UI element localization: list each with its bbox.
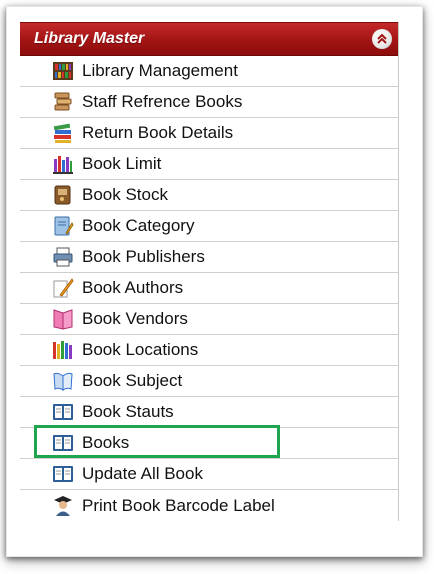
- open-book-icon: [52, 401, 74, 423]
- menu-item-book-authors[interactable]: Book Authors: [20, 273, 398, 304]
- pink-book-icon: [52, 308, 74, 330]
- books-limit-icon: [52, 153, 74, 175]
- quill-pen-icon: [52, 277, 74, 299]
- menu-item-label: Book Locations: [82, 340, 199, 359]
- graduate-icon: [52, 495, 74, 517]
- menu-item-label: Library Management: [82, 61, 238, 80]
- bookshelf-icon: [52, 60, 74, 82]
- menu-item-label: Book Stock: [82, 185, 168, 204]
- menu-item-staff-refrence-books[interactable]: Staff Refrence Books: [20, 87, 398, 118]
- notebook-pencil-icon: [52, 215, 74, 237]
- menu-item-label: Book Publishers: [82, 247, 205, 266]
- menu-item-book-category[interactable]: Book Category: [20, 211, 398, 242]
- book-shelf-colored-icon: [52, 339, 74, 361]
- panel-title: Library Master: [34, 30, 145, 47]
- menu-item-label: Books: [82, 433, 130, 452]
- menu-item-book-subject[interactable]: Book Subject: [20, 366, 398, 397]
- menu-item-label: Book Limit: [82, 154, 162, 173]
- menu-item-book-publishers[interactable]: Book Publishers: [20, 242, 398, 273]
- menu-item-label: Book Authors: [82, 278, 184, 297]
- menu-item-label: Update All Book: [82, 464, 203, 483]
- menu-item-library-management[interactable]: Library Management: [20, 56, 398, 87]
- book-stock-icon: [52, 184, 74, 206]
- book-stack-icon: [52, 91, 74, 113]
- library-master-panel: Library Master Library Management Staff …: [20, 22, 399, 521]
- menu-item-label: Book Stauts: [82, 402, 174, 421]
- menu-item-label: Book Vendors: [82, 309, 188, 328]
- menu-item-label: Book Subject: [82, 371, 183, 390]
- menu-item-book-vendors[interactable]: Book Vendors: [20, 304, 398, 335]
- menu-item-book-stock[interactable]: Book Stock: [20, 180, 398, 211]
- menu-item-label: Book Category: [82, 216, 195, 235]
- printer-icon: [52, 246, 74, 268]
- open-book-icon: [52, 463, 74, 485]
- menu-item-print-book-barcode-label[interactable]: Print Book Barcode Label: [20, 490, 398, 521]
- menu-item-book-locations[interactable]: Book Locations: [20, 335, 398, 366]
- menu-item-book-limit[interactable]: Book Limit: [20, 149, 398, 180]
- menu-item-book-stauts[interactable]: Book Stauts: [20, 397, 398, 428]
- open-book-blue-icon: [52, 370, 74, 392]
- books-return-icon: [52, 122, 74, 144]
- menu-item-update-all-book[interactable]: Update All Book: [20, 459, 398, 490]
- chevron-up-double-icon[interactable]: [372, 29, 392, 49]
- menu-item-label: Print Book Barcode Label: [82, 495, 275, 515]
- panel-header[interactable]: Library Master: [20, 22, 398, 56]
- menu-item-return-book-details[interactable]: Return Book Details: [20, 118, 398, 149]
- open-book-icon: [52, 432, 74, 454]
- menu-item-label: Return Book Details: [82, 123, 234, 142]
- menu-item-books[interactable]: Books: [20, 425, 398, 459]
- menu-item-label: Staff Refrence Books: [82, 92, 243, 111]
- menu-list: Library Management Staff Refrence Books: [20, 56, 398, 521]
